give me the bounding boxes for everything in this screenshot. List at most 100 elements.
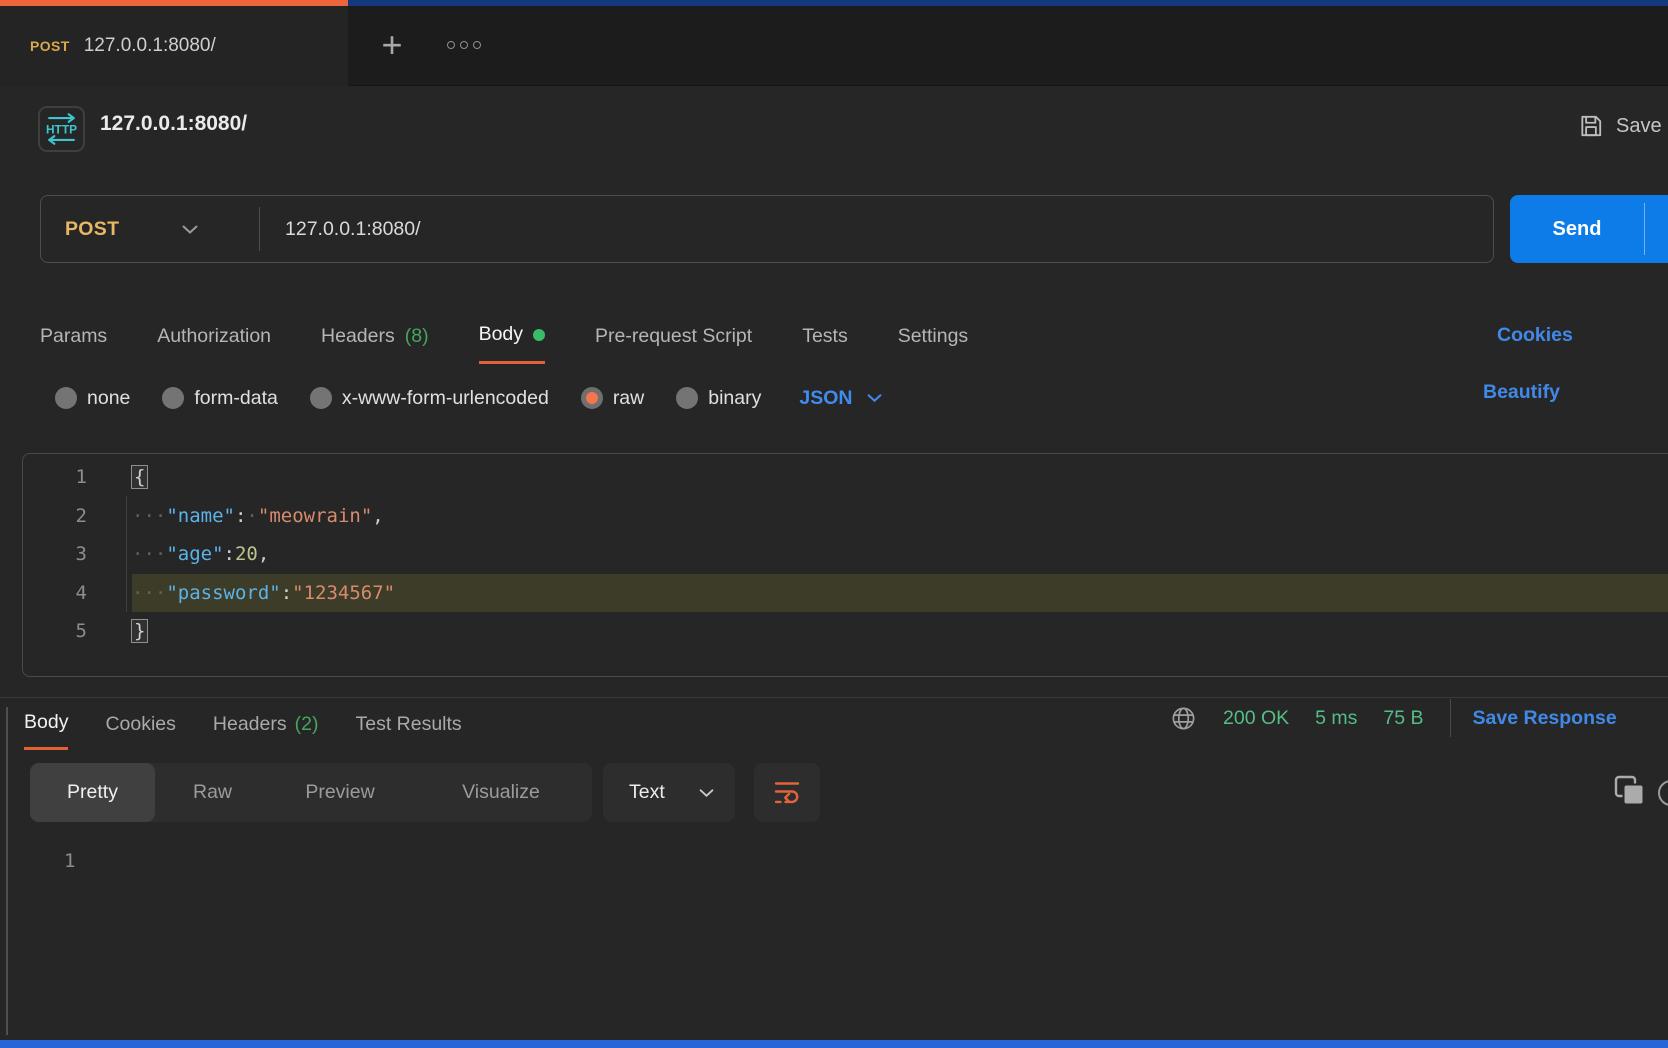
- ellipsis-icon: [473, 41, 481, 49]
- request-body-editor[interactable]: 1 { 2 ···"name":·"meowrain", 3 ···"age":…: [22, 453, 1668, 677]
- send-label: Send: [1510, 195, 1644, 263]
- view-mode-preview[interactable]: Preview: [270, 763, 410, 822]
- headers-count-badge: (8): [405, 325, 429, 348]
- url-divider: [259, 207, 260, 251]
- json-key-token: "password": [166, 582, 280, 604]
- json-string-token: "meowrain": [258, 505, 372, 527]
- view-mode-pretty[interactable]: Pretty: [30, 763, 155, 822]
- whitespace-token: ···: [132, 582, 166, 604]
- status-divider: [1450, 699, 1451, 737]
- tab-authorization[interactable]: Authorization: [157, 308, 271, 364]
- request-tabs: Params Authorization Headers (8) Body Pr…: [0, 308, 1668, 364]
- whitespace-token: ···: [132, 505, 166, 527]
- search-icon[interactable]: [1658, 780, 1668, 806]
- open-brace-token: {: [132, 466, 147, 488]
- tab-body[interactable]: Body: [479, 308, 545, 364]
- body-mode-none[interactable]: none: [55, 387, 130, 410]
- request-tab-active[interactable]: POST 127.0.0.1:8080/: [0, 6, 348, 86]
- ellipsis-icon: [460, 41, 468, 49]
- response-size[interactable]: 75 B: [1383, 707, 1423, 730]
- view-mode-raw[interactable]: Raw: [155, 763, 270, 822]
- http-method-icon: HTTP: [38, 106, 85, 152]
- code-line: 1 {: [23, 458, 1668, 497]
- json-string-token: "1234567": [292, 582, 395, 604]
- ellipsis-icon: [447, 41, 455, 49]
- line-number: 2: [23, 505, 87, 527]
- format-select[interactable]: Text: [603, 763, 735, 822]
- chevron-down-icon: [698, 788, 715, 798]
- line-number: 3: [23, 543, 87, 565]
- indent-guide: [126, 496, 127, 612]
- line-number: 1: [23, 466, 87, 488]
- body-mode-urlencoded[interactable]: x-www-form-urlencoded: [310, 387, 549, 410]
- send-split-divider: [1644, 203, 1645, 255]
- response-tab-test-results[interactable]: Test Results: [355, 698, 461, 750]
- response-line-number: 1: [64, 850, 75, 872]
- code-line: 3 ···"age":20,: [23, 535, 1668, 574]
- response-status-bar: 200 OK 5 ms 75 B Save Response: [1170, 698, 1617, 738]
- line-number: 5: [23, 620, 87, 642]
- body-mode-row: none form-data x-www-form-urlencoded raw…: [0, 382, 1668, 414]
- code-line-current: 4 ···"password":"1234567": [23, 574, 1668, 613]
- view-mode-visualize[interactable]: Visualize: [410, 763, 592, 822]
- response-tabs: Body Cookies Headers (2) Test Results: [0, 698, 462, 750]
- save-response-link[interactable]: Save Response: [1473, 707, 1617, 730]
- tab-headers[interactable]: Headers (8): [321, 308, 429, 364]
- body-mode-raw[interactable]: raw: [581, 387, 644, 410]
- more-tabs-button[interactable]: [438, 28, 490, 62]
- json-key-token: "name": [166, 505, 235, 527]
- postman-window: POST 127.0.0.1:8080/ + HTTP 127.0.0.1:80…: [0, 0, 1668, 1048]
- whitespace-token: ···: [132, 543, 166, 565]
- tab-bar: POST 127.0.0.1:8080/ +: [0, 0, 1668, 86]
- wrap-text-button[interactable]: [754, 763, 820, 822]
- send-button[interactable]: Send: [1510, 195, 1668, 263]
- bottom-accent-bar: [0, 1040, 1668, 1048]
- wrap-text-icon: [772, 778, 802, 808]
- url-bar: POST 127.0.0.1:8080/: [40, 195, 1494, 263]
- radio-selected-icon: [581, 387, 603, 409]
- beautify-link[interactable]: Beautify: [1483, 381, 1560, 404]
- tab-title: 127.0.0.1:8080/: [84, 35, 216, 57]
- radio-icon: [676, 387, 698, 409]
- tab-pre-request-script[interactable]: Pre-request Script: [595, 308, 752, 364]
- radio-icon: [310, 387, 332, 409]
- response-headers-count-badge: (2): [295, 713, 319, 736]
- language-select[interactable]: JSON: [799, 387, 883, 410]
- save-icon: [1578, 113, 1604, 139]
- tab-method-badge: POST: [30, 38, 70, 54]
- svg-text:HTTP: HTTP: [46, 122, 77, 136]
- cookies-link[interactable]: Cookies: [1497, 324, 1573, 347]
- globe-icon: [1170, 705, 1197, 732]
- new-tab-button[interactable]: +: [372, 22, 412, 68]
- tab-settings[interactable]: Settings: [898, 308, 968, 364]
- response-view-switcher: Pretty Raw Preview Visualize: [30, 763, 592, 822]
- tab-tests[interactable]: Tests: [802, 308, 848, 364]
- response-tab-cookies[interactable]: Cookies: [105, 698, 175, 750]
- panel-resize-handle[interactable]: [6, 707, 8, 1035]
- tab-params[interactable]: Params: [40, 308, 107, 364]
- url-input[interactable]: 127.0.0.1:8080/: [285, 218, 1493, 241]
- whitespace-token: ·: [246, 505, 257, 527]
- save-label: Save: [1616, 115, 1662, 138]
- radio-icon: [55, 387, 77, 409]
- method-select[interactable]: POST: [41, 218, 259, 241]
- status-code[interactable]: 200 OK: [1223, 707, 1289, 730]
- body-mode-form-data[interactable]: form-data: [162, 387, 277, 410]
- copy-button[interactable]: [1613, 775, 1649, 809]
- method-label: POST: [65, 218, 119, 241]
- request-title: 127.0.0.1:8080/: [100, 112, 247, 136]
- response-time[interactable]: 5 ms: [1315, 707, 1357, 730]
- response-tab-body[interactable]: Body: [24, 698, 68, 750]
- save-button[interactable]: Save: [1578, 108, 1668, 144]
- json-number-token: 20: [235, 543, 258, 565]
- chevron-down-icon: [866, 393, 883, 403]
- body-mode-binary[interactable]: binary: [676, 387, 761, 410]
- code-line: 2 ···"name":·"meowrain",: [23, 497, 1668, 536]
- radio-icon: [162, 387, 184, 409]
- code-line: 5 }: [23, 612, 1668, 651]
- response-tab-headers[interactable]: Headers (2): [213, 698, 319, 750]
- line-number: 4: [23, 582, 87, 604]
- copy-icon: [1613, 775, 1649, 809]
- chevron-down-icon: [181, 224, 199, 235]
- plus-icon: +: [381, 27, 402, 63]
